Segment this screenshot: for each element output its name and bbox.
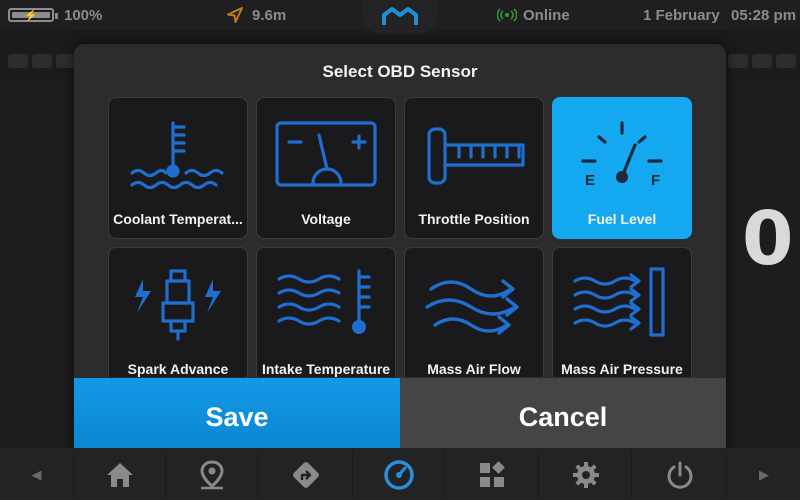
battery-percent: 100% xyxy=(64,6,103,24)
distance-value: 9.6m xyxy=(252,6,287,24)
sensor-tile-voltage[interactable]: Voltage xyxy=(256,97,396,239)
battery-voltage-icon xyxy=(257,110,395,200)
logo-icon xyxy=(382,7,418,25)
dialog-title: Select OBD Sensor xyxy=(322,62,478,81)
sensor-label: Fuel Level xyxy=(587,211,657,227)
background-indicator xyxy=(56,54,76,68)
prev-arrow-icon: ◀ xyxy=(31,467,42,482)
nav-next-button[interactable]: ▶ xyxy=(726,452,800,498)
sensor-label: Throttle Position xyxy=(418,211,530,227)
background-readout: 0 xyxy=(742,196,794,282)
throttle-position-icon xyxy=(405,110,543,200)
sensor-label: Spark Advance xyxy=(127,361,229,377)
nav-widgets-button[interactable] xyxy=(444,452,539,498)
background-indicator xyxy=(728,54,748,68)
background-indicator xyxy=(776,54,796,68)
save-button[interactable]: Save xyxy=(74,378,400,457)
charging-bolt-icon: ⚡ xyxy=(24,10,38,22)
spark-plug-icon xyxy=(109,260,247,350)
sensor-tile-fuel-level[interactable]: E F Fuel Level xyxy=(552,97,692,239)
background-indicator xyxy=(32,54,52,68)
sensor-tile-spark-advance[interactable]: Spark Advance xyxy=(108,247,248,377)
home-icon xyxy=(107,463,133,487)
date-display: 1 February xyxy=(643,6,720,24)
navigation-arrow-icon xyxy=(227,7,243,23)
air-pressure-icon xyxy=(553,260,691,350)
location-pin-icon xyxy=(200,460,224,490)
sensor-tile-mass-air-pressure[interactable]: Mass Air Pressure xyxy=(552,247,692,377)
sensor-label: Coolant Temperat... xyxy=(113,211,243,227)
sensor-tile-intake-temperature[interactable]: Intake Temperature xyxy=(256,247,396,377)
sensor-grid: Coolant Temperat... Voltage Throttle Pos… xyxy=(108,97,692,377)
svg-text:E: E xyxy=(585,172,595,189)
sensor-tile-mass-air-flow[interactable]: Mass Air Flow xyxy=(404,247,544,377)
background-indicator xyxy=(8,54,28,68)
gps-status: 9.6m xyxy=(226,0,286,30)
coolant-temperature-icon xyxy=(109,110,247,200)
sensor-label: Mass Air Pressure xyxy=(561,361,683,377)
sensor-label: Voltage xyxy=(301,211,351,227)
sensor-label: Mass Air Flow xyxy=(427,361,521,377)
signal-icon xyxy=(497,8,517,22)
power-icon xyxy=(667,461,692,489)
next-arrow-icon: ▶ xyxy=(759,467,769,482)
background-indicator xyxy=(752,54,772,68)
directions-icon xyxy=(292,462,319,488)
battery-status: ⚡ 100% xyxy=(8,0,102,30)
sensor-tile-coolant-temperature[interactable]: Coolant Temperat... xyxy=(108,97,248,239)
nav-settings-button[interactable] xyxy=(538,452,632,498)
cancel-button[interactable]: Cancel xyxy=(400,378,726,457)
connection-label: Online xyxy=(523,6,570,24)
nav-prev-button[interactable]: ◀ xyxy=(0,452,73,498)
sensor-tile-throttle-position[interactable]: Throttle Position xyxy=(404,97,544,239)
time-display: 05:28 pm xyxy=(731,6,797,24)
svg-text:F: F xyxy=(651,172,660,189)
gear-icon xyxy=(572,462,599,488)
widgets-icon xyxy=(480,461,505,487)
nav-location-button[interactable] xyxy=(165,452,258,498)
gauge-icon xyxy=(384,460,414,490)
air-flow-icon xyxy=(405,260,543,350)
app-logo[interactable] xyxy=(362,0,438,34)
battery-icon: ⚡ xyxy=(8,8,58,22)
nav-power-button[interactable] xyxy=(631,452,727,498)
nav-directions-button[interactable] xyxy=(257,452,353,498)
nav-gauge-button[interactable] xyxy=(352,452,445,498)
sensor-select-dialog: Select OBD Sensor Coolant Temperat... Vo… xyxy=(74,44,726,457)
sensor-label: Intake Temperature xyxy=(261,361,391,377)
nav-home-button[interactable] xyxy=(73,452,166,498)
fuel-gauge-icon: E F xyxy=(553,110,691,200)
intake-temperature-icon xyxy=(257,260,395,350)
connection-status: Online xyxy=(497,0,570,30)
